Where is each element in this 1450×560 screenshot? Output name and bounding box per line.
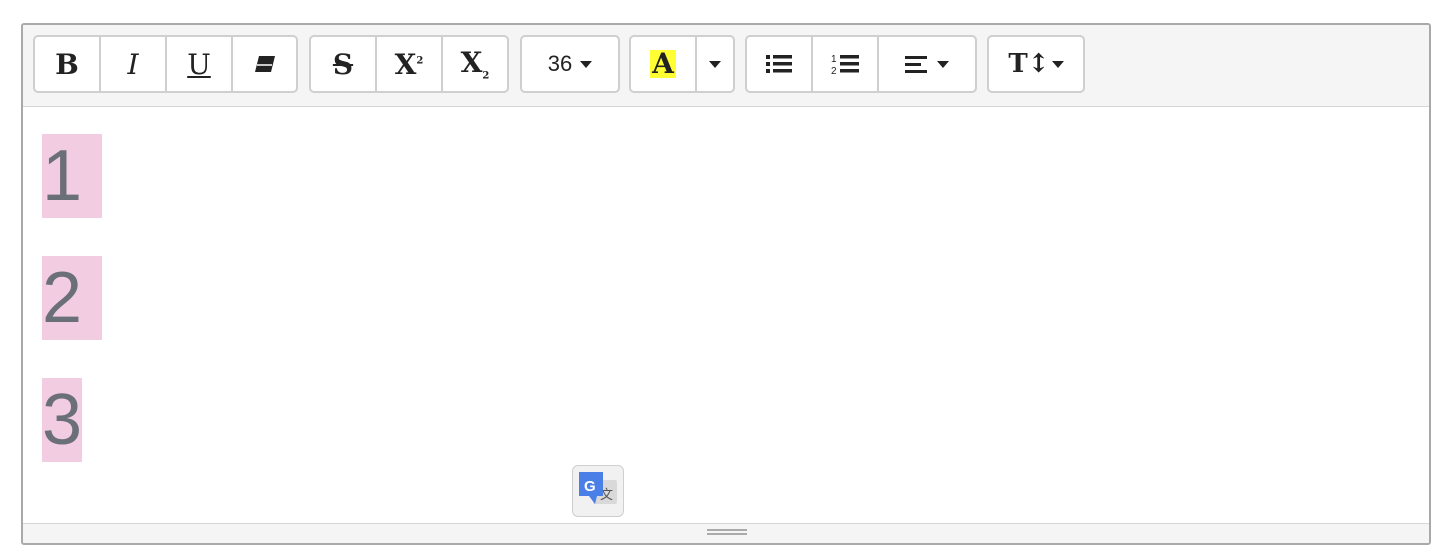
align-icon — [905, 56, 927, 73]
svg-text:2: 2 — [831, 66, 837, 76]
translate-icon: 文 G — [579, 472, 617, 504]
ordered-list-button[interactable]: 1 2 — [813, 37, 879, 91]
superscript-icon: X2 — [394, 47, 424, 81]
font-size-group: 36 — [520, 35, 620, 93]
rich-text-editor: B I U S X2 X2 36 A 1 2 T↕ 1 2 3 文 G — [21, 23, 1431, 545]
bold-button[interactable]: B — [35, 37, 101, 91]
highlight-color-button[interactable]: A — [631, 37, 697, 91]
content-line-3: 3 — [42, 378, 83, 462]
subscript-button[interactable]: X2 — [443, 37, 507, 91]
font-style-group: B I U — [33, 35, 298, 93]
resize-bar[interactable] — [23, 523, 1429, 543]
strikethrough-button[interactable]: S — [311, 37, 377, 91]
unordered-list-button[interactable] — [747, 37, 813, 91]
highlight-group: A — [629, 35, 735, 93]
strikethrough-icon: S — [332, 47, 354, 81]
chevron-down-icon — [580, 60, 593, 68]
resize-grip-icon[interactable] — [707, 529, 747, 537]
italic-icon: I — [127, 47, 139, 81]
paragraph-group: 1 2 — [745, 35, 977, 93]
content-line-1: 1 — [42, 134, 102, 218]
unordered-list-icon — [766, 55, 792, 73]
font-size-dropdown[interactable]: 36 — [522, 37, 618, 91]
bold-icon: B — [55, 47, 79, 81]
underline-icon: U — [187, 47, 211, 81]
highlight-color-dropdown[interactable] — [697, 37, 733, 91]
eraser-icon — [254, 56, 275, 72]
italic-button[interactable]: I — [101, 37, 167, 91]
superscript-button[interactable]: X2 — [377, 37, 443, 91]
line-height-icon: T↕ — [1008, 49, 1050, 79]
font-size-value: 36 — [547, 51, 573, 76]
highlight-icon: A — [650, 47, 676, 80]
line-height-dropdown[interactable]: T↕ — [989, 37, 1083, 91]
clear-format-button[interactable] — [233, 37, 296, 91]
chevron-down-icon — [937, 60, 949, 68]
ordered-list-icon: 1 2 — [831, 54, 859, 76]
chevron-down-icon — [709, 60, 721, 68]
toolbar: B I U S X2 X2 36 A 1 2 T↕ — [23, 25, 1429, 107]
align-dropdown[interactable] — [879, 37, 975, 91]
svg-text:G: G — [584, 478, 596, 495]
google-translate-button[interactable]: 文 G — [572, 465, 624, 517]
underline-button[interactable]: U — [167, 37, 233, 91]
subscript-icon: X2 — [460, 46, 490, 82]
editor-content[interactable]: 1 2 3 — [23, 107, 1429, 523]
script-group: S X2 X2 — [309, 35, 509, 93]
svg-text:1: 1 — [831, 54, 837, 65]
chevron-down-icon — [1051, 60, 1064, 68]
content-line-2: 2 — [42, 256, 102, 340]
line-height-group: T↕ — [987, 35, 1085, 93]
